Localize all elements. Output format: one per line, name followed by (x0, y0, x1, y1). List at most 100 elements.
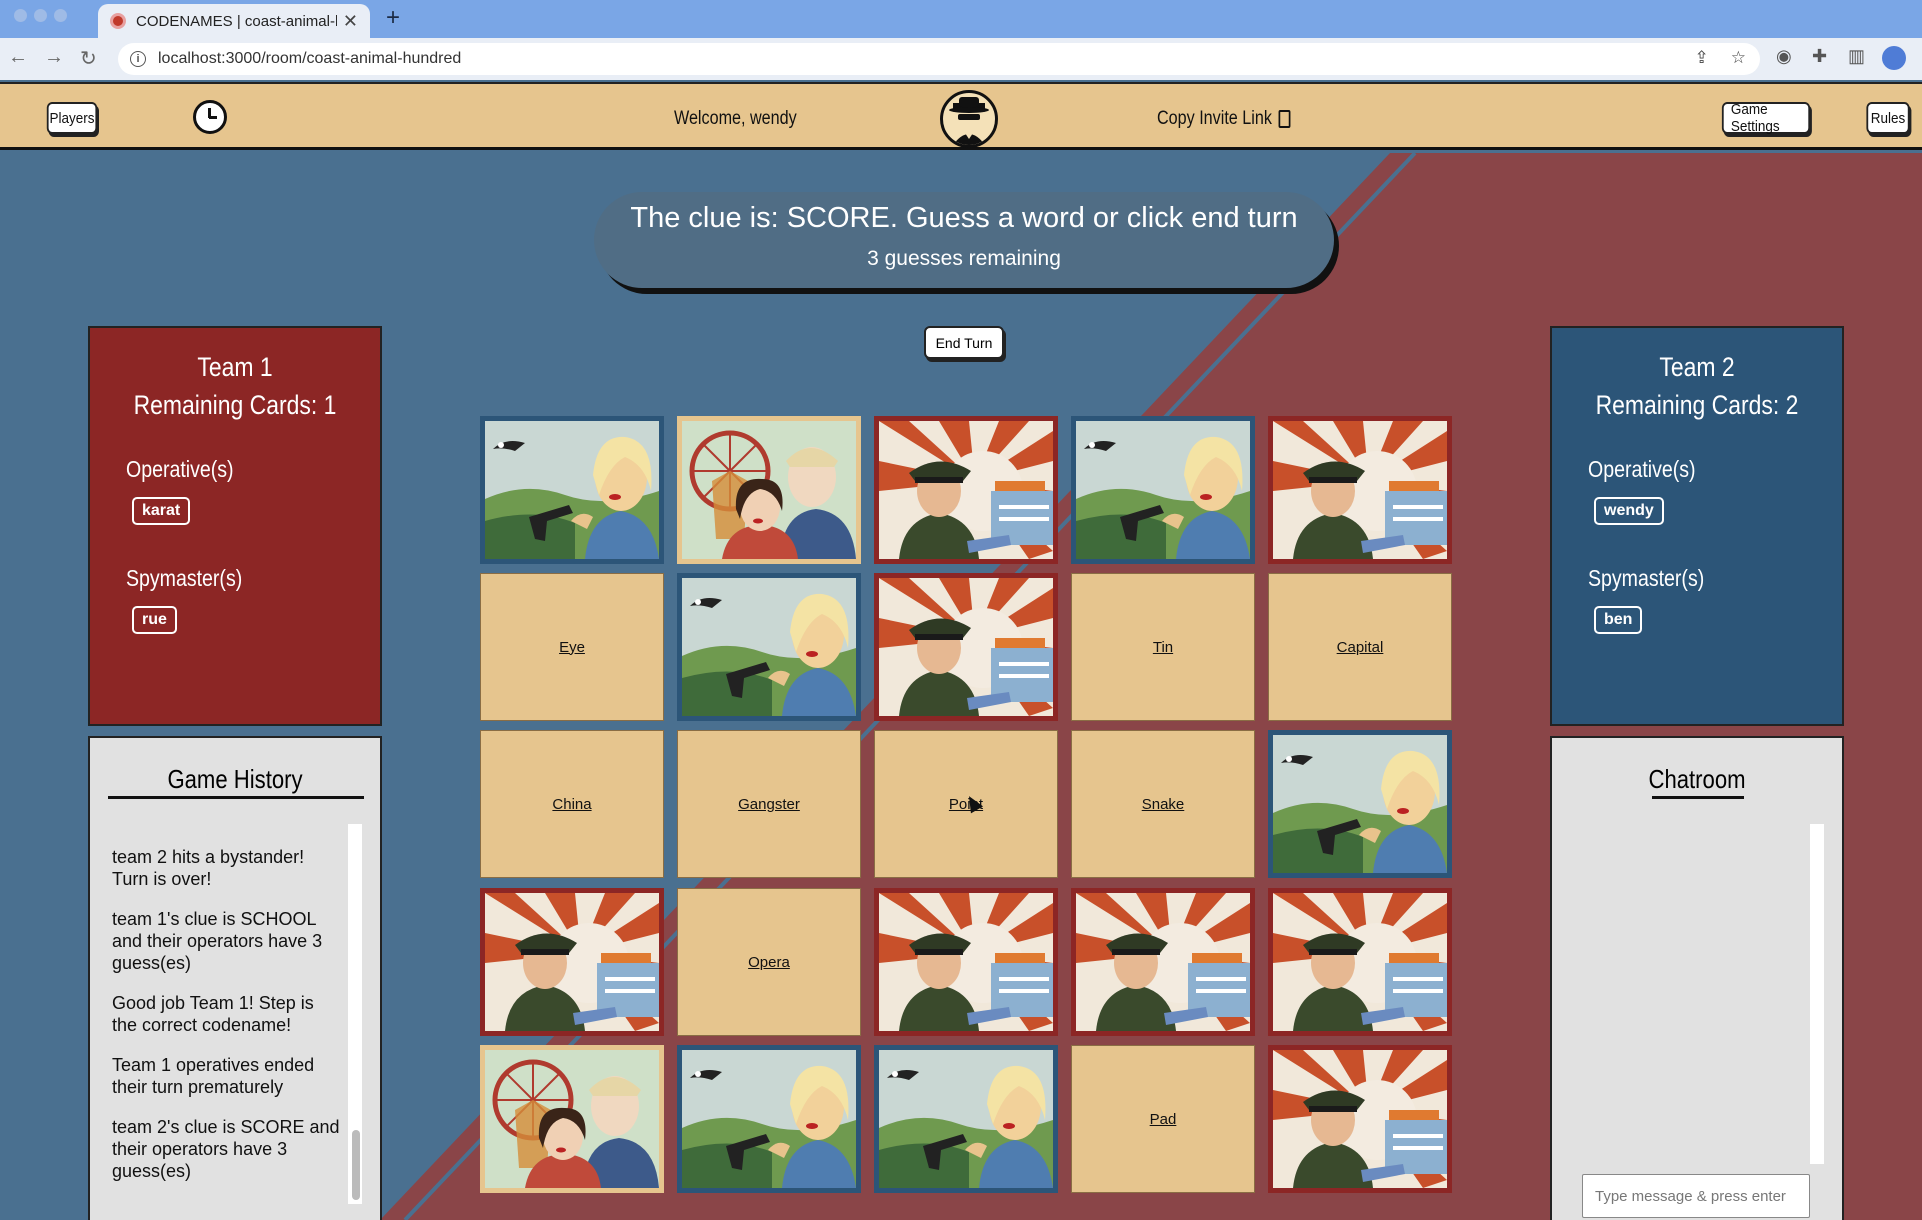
red-agent-artwork (879, 421, 1053, 559)
browser-toolbar: ← → ↻ i localhost:3000/room/coast-animal… (0, 38, 1922, 80)
game-settings-button[interactable]: Game Settings (1721, 101, 1811, 135)
red-agent-artwork (485, 893, 659, 1031)
team1-panel: Team 1 Remaining Cards: 1 Operative(s) k… (88, 326, 382, 726)
puzzle-icon[interactable]: ✚ (1812, 46, 1827, 67)
copy-icon (1278, 110, 1291, 128)
word-card[interactable]: Capital (1268, 573, 1452, 721)
blue-revealed-card (1071, 416, 1255, 564)
chat-input[interactable] (1582, 1174, 1810, 1218)
timer-clock-icon[interactable] (193, 100, 227, 134)
word-card[interactable]: Gangster (677, 730, 861, 878)
rules-button[interactable]: Rules (1866, 102, 1910, 134)
team1-operative-chip: karat (132, 497, 191, 525)
red-agent-artwork (1273, 1050, 1447, 1188)
history-list: team 2 hits a bystander! Turn is over! t… (112, 846, 342, 1200)
red-agent-artwork (879, 893, 1053, 1031)
word-card[interactable]: China (480, 730, 664, 878)
team2-spymaster-chip: ben (1594, 606, 1643, 634)
team2-name: Team 2 (1659, 352, 1735, 382)
site-info-icon[interactable]: i (130, 51, 146, 67)
red-revealed-card (1268, 416, 1452, 564)
word-card[interactable]: Snake (1071, 730, 1255, 878)
favicon-icon (110, 13, 126, 29)
red-agent-artwork (1076, 893, 1250, 1031)
blue-revealed-card (1268, 730, 1452, 878)
spy-logo-icon (940, 90, 998, 148)
red-revealed-card (1268, 888, 1452, 1036)
word-card[interactable]: Pad (1071, 1045, 1255, 1193)
back-icon[interactable]: ← (8, 46, 28, 69)
players-button[interactable]: Players (46, 102, 98, 134)
share-icon[interactable]: ⇪ (1695, 48, 1709, 68)
game-history-title: Game History (167, 764, 303, 794)
blue-agent-artwork (485, 421, 659, 559)
close-tab-icon[interactable]: ✕ (343, 11, 358, 32)
team2-spymaster-label: Spymaster(s) (1588, 565, 1705, 591)
red-agent-artwork (1273, 421, 1447, 559)
red-revealed-card (874, 888, 1058, 1036)
window-minimize-dot[interactable] (34, 9, 47, 22)
neutral-revealed-card (480, 1045, 664, 1193)
blue-agent-artwork (1076, 421, 1250, 559)
extension-icon[interactable]: ◉ (1776, 46, 1792, 67)
welcome-text: Welcome, wendy (674, 108, 797, 129)
game-history-panel: Game History team 2 hits a bystander! Tu… (88, 736, 382, 1220)
team1-operative-label: Operative(s) (126, 456, 234, 482)
history-entry: Team 1 operatives ended their turn prema… (112, 1055, 315, 1097)
browser-tab-bar: CODENAMES | coast-animal-h ✕ + (0, 0, 1922, 38)
team2-operative-label: Operative(s) (1588, 456, 1696, 482)
invite-label: Copy Invite Link (1157, 108, 1272, 129)
window-close-dot[interactable] (14, 9, 27, 22)
end-turn-button[interactable]: End Turn (924, 326, 1004, 359)
word-card[interactable]: Tin (1071, 573, 1255, 721)
new-tab-button[interactable]: + (386, 4, 400, 32)
red-revealed-card (874, 416, 1058, 564)
blue-agent-artwork (1273, 735, 1447, 873)
neutral-agent-artwork (485, 1050, 659, 1188)
team1-remaining: Remaining Cards: 1 (133, 390, 337, 420)
blue-revealed-card (677, 573, 861, 721)
divider (1652, 796, 1744, 799)
history-entry: Good job Team 1! Step is the correct cod… (112, 993, 314, 1035)
chatroom-title: Chatroom (1648, 764, 1746, 794)
chat-scrollbar[interactable] (1810, 824, 1824, 1164)
team2-operative-chip: wendy (1594, 497, 1664, 525)
blue-revealed-card (480, 416, 664, 564)
reload-icon[interactable]: ↻ (80, 46, 97, 71)
team1-spymaster-label: Spymaster(s) (126, 565, 243, 591)
red-revealed-card (1268, 1045, 1452, 1193)
divider (108, 796, 364, 799)
history-entry: team 1's clue is SCHOOL and their operat… (112, 909, 323, 973)
clue-text: The clue is: SCORE. Guess a word or clic… (630, 202, 1298, 234)
history-entry: team 2 hits a bystander! Turn is over! (112, 847, 305, 889)
url-text: localhost:3000/room/coast-animal-hundred (158, 50, 462, 67)
blue-revealed-card (874, 1045, 1058, 1193)
word-card[interactable]: Eye (480, 573, 664, 721)
team2-panel: Team 2 Remaining Cards: 2 Operative(s) w… (1550, 326, 1844, 726)
word-card[interactable]: Opera (677, 888, 861, 1036)
red-agent-artwork (1273, 893, 1447, 1031)
neutral-revealed-card (677, 416, 861, 564)
game-header: Players Welcome, wendy Copy Invite Link … (0, 82, 1922, 150)
profile-avatar-icon[interactable] (1882, 46, 1906, 70)
side-panel-icon[interactable]: ▥ (1848, 46, 1865, 67)
red-revealed-card (480, 888, 664, 1036)
copy-invite-link-button[interactable]: Copy Invite Link (1157, 108, 1291, 130)
team1-spymaster-chip: rue (132, 606, 177, 634)
forward-icon[interactable]: → (44, 46, 64, 69)
team1-name: Team 1 (197, 352, 273, 382)
blue-agent-artwork (682, 1050, 856, 1188)
bookmark-star-icon[interactable]: ☆ (1731, 48, 1746, 68)
tab-title: CODENAMES | coast-animal-h (136, 12, 337, 30)
blue-revealed-card (677, 1045, 861, 1193)
red-agent-artwork (879, 578, 1053, 716)
blue-agent-artwork (682, 578, 856, 716)
browser-tab[interactable]: CODENAMES | coast-animal-h ✕ (98, 4, 370, 38)
history-scroll-thumb[interactable] (352, 1130, 360, 1200)
red-revealed-card (874, 573, 1058, 721)
history-entry: team 2's clue is SCORE and their operato… (112, 1117, 340, 1181)
address-bar[interactable]: i localhost:3000/room/coast-animal-hundr… (118, 43, 1760, 75)
chatroom-panel: Chatroom (1550, 736, 1844, 1220)
window-zoom-dot[interactable] (54, 9, 67, 22)
red-revealed-card (1071, 888, 1255, 1036)
